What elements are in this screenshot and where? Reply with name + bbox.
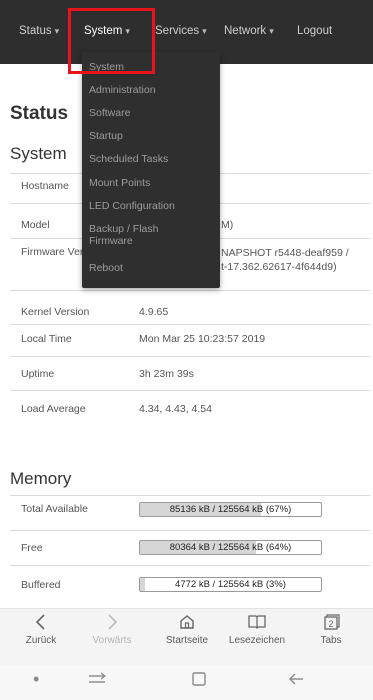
memory-heading: Memory [10,469,72,488]
local-time-value: Mon Mar 25 10:23:57 2019 [139,333,266,345]
menu-item-scheduled-tasks[interactable]: Scheduled Tasks [89,153,168,165]
forward-icon [75,609,149,635]
load-average-label: Load Average [21,403,86,415]
back-label: Zurück [25,635,57,646]
kernel-version-value: 4.9.65 [139,306,169,318]
nav-status[interactable]: Status ▾ [19,25,59,37]
menu-item-led-configuration[interactable]: LED Configuration [89,200,175,212]
nav-logout-label: Logout [297,25,333,37]
total-available-bar: 85136 kB / 125564 kB (67%) [139,502,322,517]
home-icon [150,609,224,635]
load-average-value: 4.34, 4.43, 4.54 [139,403,212,415]
model-value: M) [221,219,234,231]
nav-services-label: Services [155,25,200,37]
tabs-icon: 2 [294,609,368,635]
divider [10,290,370,291]
uptime-value: 3h 23m 39s [139,368,194,380]
system-dropdown-menu: System Administration Software Startup S… [82,52,220,288]
bookmarks-icon [220,609,294,635]
divider [10,324,370,325]
nav-network[interactable]: Network ▾ [224,25,274,37]
progress-text: 80364 kB / 125564 kB (64%) [169,542,292,553]
nav-system[interactable]: System ▾ [84,25,130,37]
nav-system-label: System [84,25,123,37]
chevron-down-icon: ▾ [54,26,60,36]
tabs-count: 2 [328,619,333,629]
forward-button[interactable]: Vorwärts [75,609,149,666]
progress-text: 85136 kB / 125564 kB (67%) [169,504,292,515]
recent-apps-icon[interactable] [86,671,108,692]
bookmarks-button[interactable]: Lesezeichen [220,609,294,666]
hostname-label: Hostname [21,180,69,192]
firmware-version-value: NAPSHOT r5448-deaf959 / t-17.362.62617-4… [221,247,349,273]
free-bar: 80364 kB / 125564 kB (64%) [139,540,322,555]
divider [10,495,370,496]
tabs-button[interactable]: 2 Tabs [294,609,368,666]
menu-item-software[interactable]: Software [89,107,130,119]
nav-services[interactable]: Services ▾ [155,25,207,37]
home-label: Startseite [165,635,209,646]
uptime-label: Uptime [21,368,55,380]
back-icon [4,609,78,635]
menu-item-administration[interactable]: Administration [89,84,156,96]
menu-item-startup[interactable]: Startup [89,130,123,142]
nav-logout[interactable]: Logout [297,25,332,37]
menu-item-system[interactable]: System [89,61,124,73]
dot-icon[interactable]: • [33,669,39,690]
browser-toolbar: Zurück Vorwärts Startseite Lesezeichen 2… [0,608,373,665]
divider [10,530,370,531]
nav-network-label: Network [224,25,267,37]
chevron-down-icon: ▾ [269,26,274,36]
nav-status-label: Status [19,25,52,37]
buffered-label: Buffered [21,579,61,591]
bookmarks-label: Lesezeichen [228,635,286,646]
home-button[interactable]: Startseite [150,609,224,666]
forward-label: Vorwärts [92,635,132,646]
total-available-label: Total Available [21,503,88,515]
back-button[interactable]: Zurück [4,609,78,666]
back-arrow-icon[interactable] [287,671,305,692]
system-heading: System [10,144,67,163]
chevron-down-icon: ▾ [125,26,130,36]
progress-text: 4772 kB / 125564 kB (3%) [175,579,286,590]
android-nav-bar: • [0,665,373,700]
free-label: Free [21,542,43,554]
menu-item-mount-points[interactable]: Mount Points [89,177,150,189]
divider [10,390,370,391]
home-square-icon[interactable] [191,671,207,692]
chevron-down-icon: ▾ [202,26,207,36]
kernel-version-label: Kernel Version [21,306,90,318]
page-title: Status [10,103,69,124]
menu-item-reboot[interactable]: Reboot [89,262,123,274]
divider [10,356,370,357]
model-label: Model [21,219,50,231]
buffered-bar: 4772 kB / 125564 kB (3%) [139,577,322,592]
tabs-label: Tabs [320,635,342,646]
local-time-label: Local Time [21,333,72,345]
divider [10,565,370,566]
menu-item-backup-flash-firmware[interactable]: Backup / Flash Firmware [89,223,158,247]
